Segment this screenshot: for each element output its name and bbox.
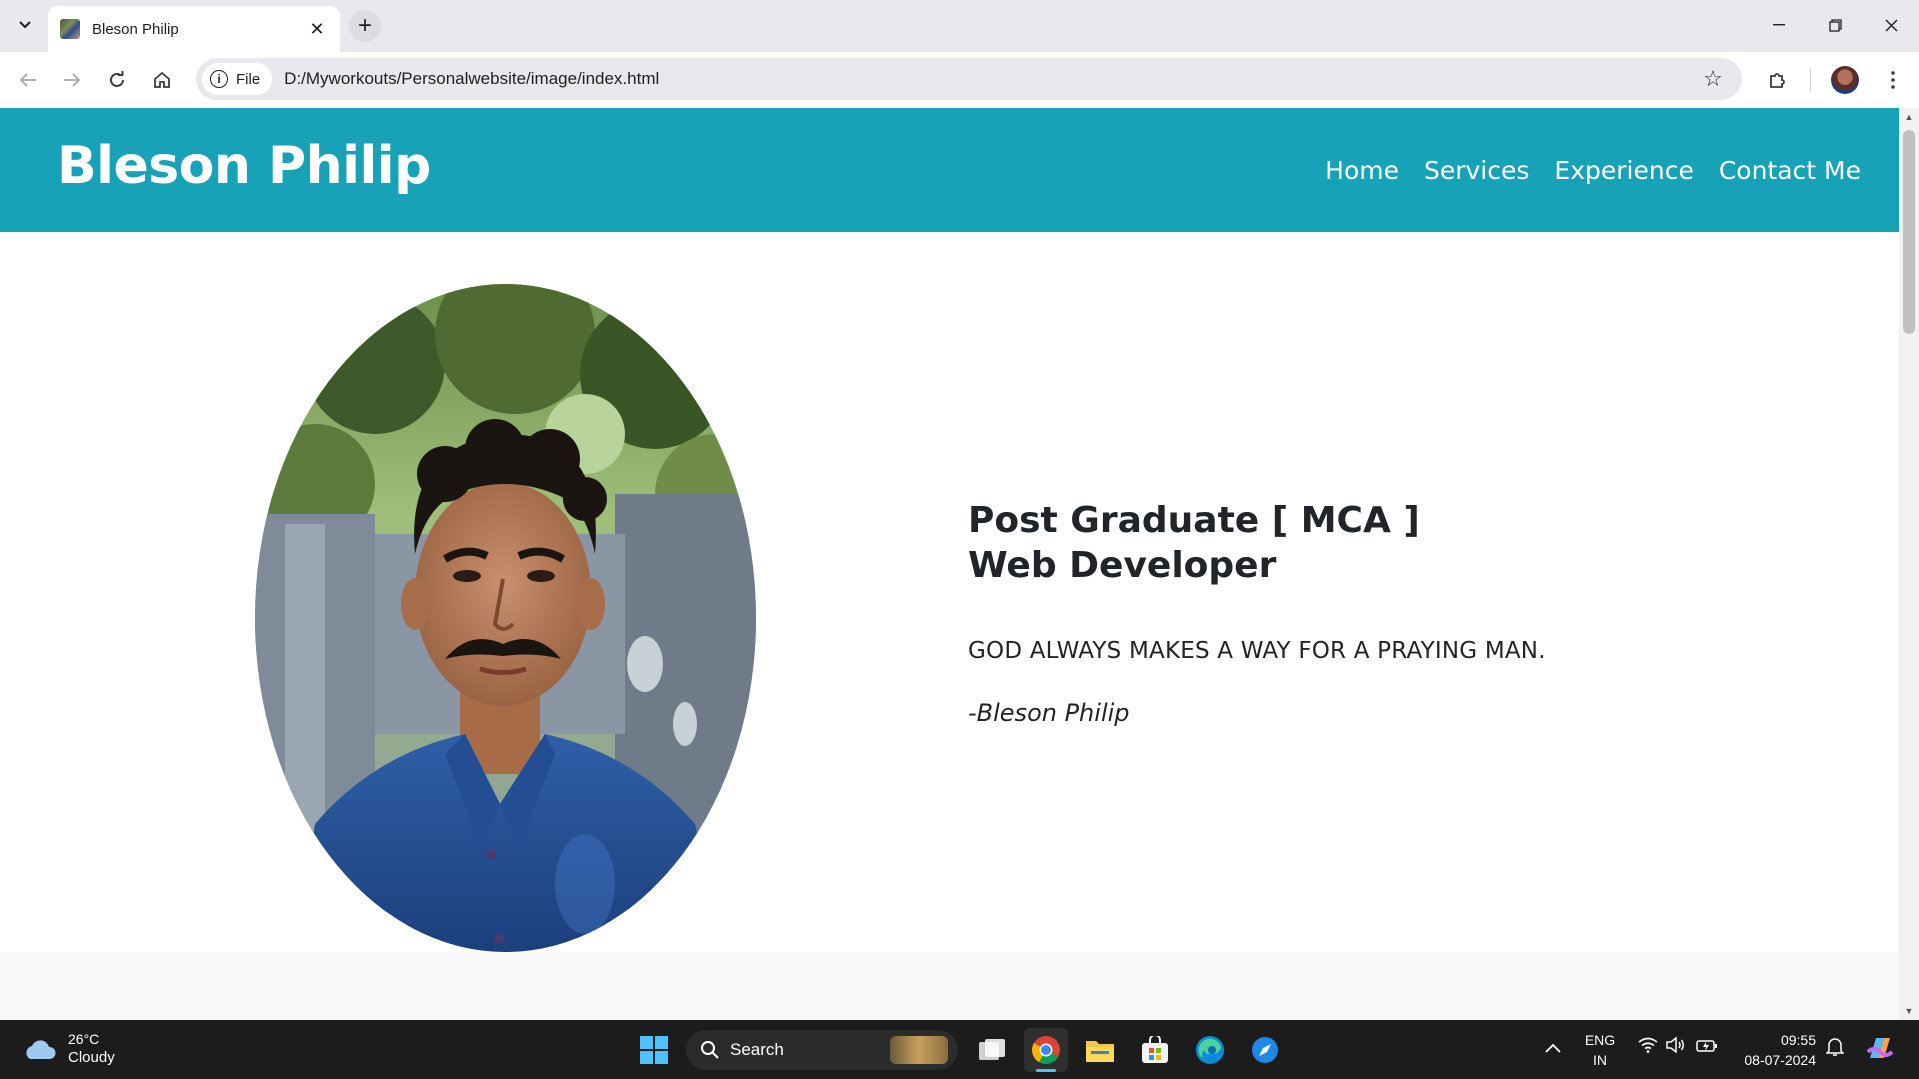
browser-menu-button[interactable] (1877, 64, 1909, 96)
tab-favicon (60, 19, 80, 39)
page-scrollbar[interactable]: ▲ ▼ (1899, 108, 1919, 1020)
site-info-chip[interactable]: i File (202, 63, 273, 95)
hero-quote-author: -Bleson Philip (968, 699, 1130, 727)
home-button[interactable] (146, 64, 178, 96)
tab-title: Bleson Philip (92, 20, 179, 38)
minimize-icon (1773, 24, 1785, 26)
profile-avatar[interactable] (1831, 66, 1859, 94)
notification-bell-icon[interactable] (1825, 1037, 1845, 1062)
volume-icon[interactable] (1666, 1036, 1686, 1058)
hero-role: Web Developer (968, 545, 1277, 586)
weather-temperature: 26°C (68, 1031, 100, 1047)
profile-photo (255, 284, 756, 952)
browser-toolbar: i File D:/Myworkouts/Personalwebsite/ima… (0, 52, 1919, 108)
weather-condition: Cloudy (68, 1049, 115, 1066)
nav-link-home[interactable]: Home (1325, 156, 1399, 185)
windows-icon (640, 1036, 668, 1064)
nav-link-experience[interactable]: Experience (1554, 156, 1693, 185)
puzzle-icon (1770, 73, 1785, 88)
page-viewport: Bleson Philip Home Services Experience C… (0, 108, 1899, 1020)
kebab-menu-icon (1891, 71, 1895, 89)
task-view-icon (979, 1039, 1005, 1060)
url-text[interactable]: D:/Myworkouts/Personalwebsite/image/inde… (284, 69, 1698, 89)
address-bar[interactable]: i File D:/Myworkouts/Personalwebsite/ima… (196, 58, 1742, 100)
active-indicator (1036, 1069, 1056, 1072)
region-code: IN (1593, 1052, 1607, 1068)
scroll-thumb[interactable] (1903, 130, 1915, 334)
start-button[interactable] (632, 1028, 676, 1072)
extensions-button[interactable] (1762, 64, 1794, 96)
home-icon (154, 71, 170, 88)
battery-icon[interactable] (1696, 1037, 1718, 1058)
copilot-icon[interactable] (1864, 1032, 1896, 1069)
edge-button[interactable] (1188, 1028, 1232, 1072)
wifi-icon[interactable] (1638, 1037, 1658, 1058)
back-button[interactable] (12, 64, 44, 96)
weather-widget[interactable]: 26°C Cloudy (22, 1030, 115, 1068)
next-section (0, 952, 1899, 1020)
info-icon: i (210, 70, 228, 88)
scroll-up-icon[interactable]: ▲ (1899, 108, 1919, 126)
site-header: Bleson Philip Home Services Experience C… (0, 108, 1899, 232)
compass-icon (1252, 1037, 1278, 1063)
site-info-label: File (236, 70, 261, 88)
scroll-down-icon[interactable]: ▼ (1899, 1002, 1919, 1020)
store-button[interactable] (1133, 1028, 1177, 1072)
chrome-icon (1032, 1036, 1060, 1064)
nav-link-services[interactable]: Services (1424, 156, 1529, 185)
hero-text: Post Graduate [ MCA ] Web Developer GOD … (968, 498, 1546, 727)
browser-tab[interactable]: Bleson Philip ✕ (48, 6, 340, 52)
site-brand[interactable]: Bleson Philip (57, 136, 431, 196)
cloud-icon (22, 1038, 56, 1060)
close-tab-icon[interactable]: ✕ (306, 18, 328, 40)
taskbar-search[interactable]: Search (686, 1030, 958, 1070)
chevron-down-icon (19, 21, 31, 29)
edge-icon (1196, 1036, 1224, 1064)
new-tab-button[interactable]: + (349, 10, 381, 42)
arrow-right-icon (64, 73, 81, 87)
system-clock[interactable]: 09:55 08-07-2024 (1732, 1030, 1816, 1070)
toolbar-divider (1810, 68, 1811, 92)
arrow-left-icon (19, 73, 36, 87)
forward-button[interactable] (56, 64, 88, 96)
taskbar: 26°C Cloudy Search ENG IN 09:55 08-07-20… (0, 1020, 1919, 1079)
task-view-button[interactable] (970, 1028, 1014, 1072)
restore-icon (1828, 18, 1842, 32)
clock-time: 09:55 (1780, 1032, 1816, 1048)
nav-link-contact[interactable]: Contact Me (1719, 156, 1861, 185)
language-code: ENG (1584, 1032, 1616, 1048)
file-explorer-button[interactable] (1078, 1028, 1122, 1072)
search-placeholder: Search (730, 1040, 784, 1059)
hero-qualification: Post Graduate [ MCA ] (968, 500, 1420, 541)
tab-search-button[interactable] (12, 12, 38, 38)
bookmark-star-icon[interactable]: ☆ (1698, 64, 1728, 94)
app-taskbar-button[interactable] (1243, 1028, 1287, 1072)
minimize-button[interactable] (1751, 0, 1807, 50)
restore-button[interactable] (1807, 0, 1863, 50)
close-icon (1885, 19, 1897, 31)
hero-quote: GOD ALWAYS MAKES A WAY FOR A PRAYING MAN… (968, 638, 1546, 664)
language-indicator[interactable]: ENG IN (1584, 1030, 1616, 1070)
reload-icon (110, 71, 124, 87)
folder-icon (1086, 1041, 1114, 1062)
search-highlight-icon (890, 1036, 948, 1064)
reload-button[interactable] (101, 64, 133, 96)
store-icon (1142, 1036, 1168, 1063)
browser-tab-strip: Bleson Philip ✕ + (0, 0, 1919, 52)
search-icon (701, 1041, 719, 1059)
chevron-up-icon[interactable] (1545, 1037, 1561, 1058)
clock-date: 08-07-2024 (1744, 1052, 1816, 1068)
site-nav: Home Services Experience Contact Me (1325, 156, 1861, 185)
close-window-button[interactable] (1863, 0, 1919, 50)
chrome-taskbar-button[interactable] (1024, 1028, 1068, 1072)
